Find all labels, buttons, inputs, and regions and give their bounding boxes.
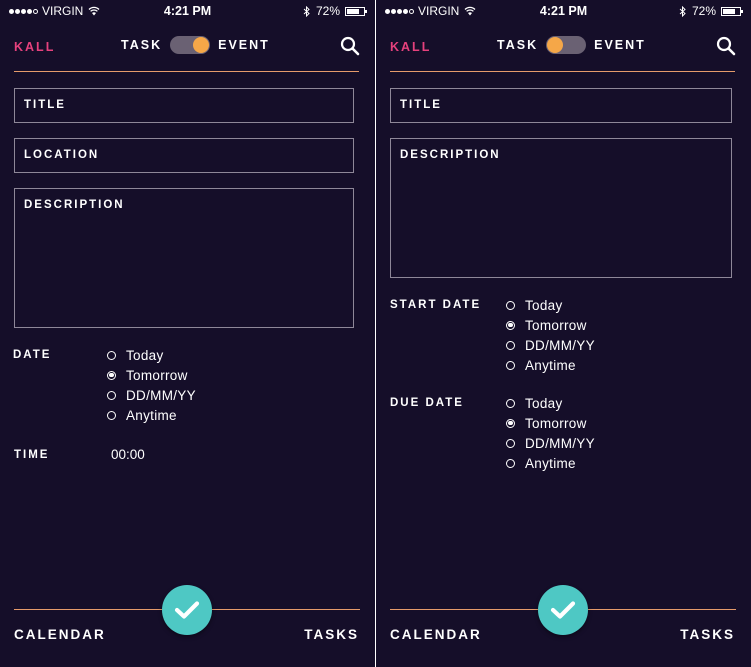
radio-icon (506, 360, 515, 370)
header-divider (14, 71, 359, 72)
radio-selected-icon (506, 320, 515, 330)
header-divider (390, 71, 735, 72)
description-label: DESCRIPTION (400, 149, 501, 161)
time-label: TIME (14, 449, 50, 461)
task-event-switch: TASK EVENT (121, 36, 270, 54)
radio-icon (506, 398, 515, 408)
date-options: Today Tomorrow DD/MM/YY Anytime (107, 345, 196, 425)
app-logo: KALL (14, 40, 56, 54)
start-date-label: START DATE (390, 299, 482, 311)
battery-icon (345, 6, 367, 16)
task-event-toggle[interactable] (546, 36, 587, 54)
radio-icon (107, 350, 116, 360)
radio-icon (107, 410, 116, 420)
task-label[interactable]: TASK (497, 38, 538, 52)
checkmark-icon (550, 601, 576, 619)
radio-selected-icon (506, 418, 515, 428)
radio-icon (506, 458, 515, 468)
bluetooth-icon (303, 5, 310, 17)
tasks-nav[interactable]: TASKS (304, 627, 359, 642)
app-header: KALL TASK EVENT (390, 32, 736, 62)
date-option-today[interactable]: Today (107, 345, 196, 365)
title-label: TITLE (24, 99, 66, 111)
radio-icon (506, 340, 515, 350)
location-field[interactable]: LOCATION (14, 138, 354, 173)
radio-icon (107, 390, 116, 400)
title-field[interactable]: TITLE (14, 88, 354, 123)
start-date-options: Today Tomorrow DD/MM/YY Anytime (506, 295, 595, 375)
due-option-anytime[interactable]: Anytime (506, 453, 595, 473)
battery-percent: 72% (691, 4, 716, 18)
battery-icon (721, 6, 743, 16)
task-event-toggle[interactable] (170, 36, 211, 54)
description-field[interactable]: DESCRIPTION (390, 138, 732, 278)
time-value[interactable]: 00:00 (111, 447, 145, 462)
search-icon[interactable] (716, 36, 736, 56)
toggle-knob (193, 37, 210, 53)
search-icon[interactable] (340, 36, 360, 56)
location-label: LOCATION (24, 149, 100, 161)
date-option-anytime[interactable]: Anytime (107, 405, 196, 425)
start-option-custom[interactable]: DD/MM/YY (506, 335, 595, 355)
start-option-tomorrow[interactable]: Tomorrow (506, 315, 595, 335)
event-label[interactable]: EVENT (218, 38, 270, 52)
start-option-today[interactable]: Today (506, 295, 595, 315)
due-date-label: DUE DATE (390, 397, 464, 409)
due-option-tomorrow[interactable]: Tomorrow (506, 413, 595, 433)
date-option-custom[interactable]: DD/MM/YY (107, 385, 196, 405)
task-event-switch: TASK EVENT (497, 36, 646, 54)
due-option-custom[interactable]: DD/MM/YY (506, 433, 595, 453)
title-field[interactable]: TITLE (390, 88, 732, 123)
battery-percent: 72% (315, 4, 340, 18)
radio-selected-icon (107, 370, 116, 380)
task-label[interactable]: TASK (121, 38, 162, 52)
start-option-anytime[interactable]: Anytime (506, 355, 595, 375)
task-screen: VIRGIN 4:21 PM 72% KALL TASK EVENT TITLE… (376, 0, 751, 667)
date-option-tomorrow[interactable]: Tomorrow (107, 365, 196, 385)
description-label: DESCRIPTION (24, 199, 125, 211)
bluetooth-icon (679, 5, 686, 17)
title-label: TITLE (400, 99, 442, 111)
radio-icon (506, 300, 515, 310)
toggle-knob (547, 37, 564, 53)
calendar-nav[interactable]: CALENDAR (14, 627, 106, 642)
confirm-button[interactable] (162, 585, 212, 635)
status-bar: VIRGIN 4:21 PM 72% (376, 0, 751, 22)
app-header: KALL TASK EVENT (14, 32, 360, 62)
status-bar: VIRGIN 4:21 PM 72% (0, 0, 375, 22)
due-date-options: Today Tomorrow DD/MM/YY Anytime (506, 393, 595, 473)
checkmark-icon (174, 601, 200, 619)
radio-icon (506, 438, 515, 448)
date-label: DATE (13, 349, 52, 361)
confirm-button[interactable] (538, 585, 588, 635)
event-screen: VIRGIN 4:21 PM 72% KALL TASK EVENT TITLE… (0, 0, 375, 667)
description-field[interactable]: DESCRIPTION (14, 188, 354, 328)
event-label[interactable]: EVENT (594, 38, 646, 52)
tasks-nav[interactable]: TASKS (680, 627, 735, 642)
calendar-nav[interactable]: CALENDAR (390, 627, 482, 642)
due-option-today[interactable]: Today (506, 393, 595, 413)
app-logo: KALL (390, 40, 432, 54)
